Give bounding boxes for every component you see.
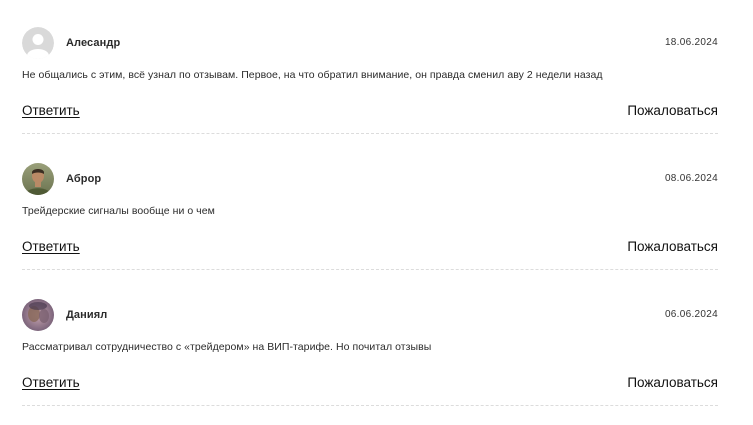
reply-link[interactable]: Ответить bbox=[22, 239, 80, 254]
comment-text: Рассматривал сотрудничество с «трейдером… bbox=[22, 341, 432, 353]
comment-date: 06.06.2024 bbox=[664, 309, 718, 320]
comment-author: Алесандр bbox=[66, 37, 121, 49]
user-photo-avatar bbox=[22, 299, 54, 331]
user-photo-avatar bbox=[22, 163, 54, 195]
report-link[interactable]: Пожаловаться bbox=[627, 239, 718, 254]
comments-list: Алесандр 18.06.2024 Не общались с этим, … bbox=[0, 0, 753, 425]
comment-item: Даниял 06.06.2024 Рассматривал сотруднич… bbox=[22, 297, 718, 406]
default-avatar-icon bbox=[22, 27, 54, 59]
comment-item: Алесандр 18.06.2024 Не общались с этим, … bbox=[22, 25, 718, 134]
comment-date: 08.06.2024 bbox=[664, 173, 718, 184]
comment-author: Аброр bbox=[66, 173, 102, 185]
report-link[interactable]: Пожаловаться bbox=[627, 375, 718, 390]
comment-author: Даниял bbox=[66, 309, 108, 321]
report-link[interactable]: Пожаловаться bbox=[627, 103, 718, 118]
comment-text: Не общались с этим, всё узнал по отзывам… bbox=[22, 69, 603, 81]
comment-date: 18.06.2024 bbox=[664, 37, 718, 48]
reply-link[interactable]: Ответить bbox=[22, 103, 80, 118]
comment-item: Аброр 08.06.2024 Трейдерские сигналы воо… bbox=[22, 161, 718, 270]
reply-link[interactable]: Ответить bbox=[22, 375, 80, 390]
comment-text: Трейдерские сигналы вообще ни о чем bbox=[22, 205, 215, 217]
